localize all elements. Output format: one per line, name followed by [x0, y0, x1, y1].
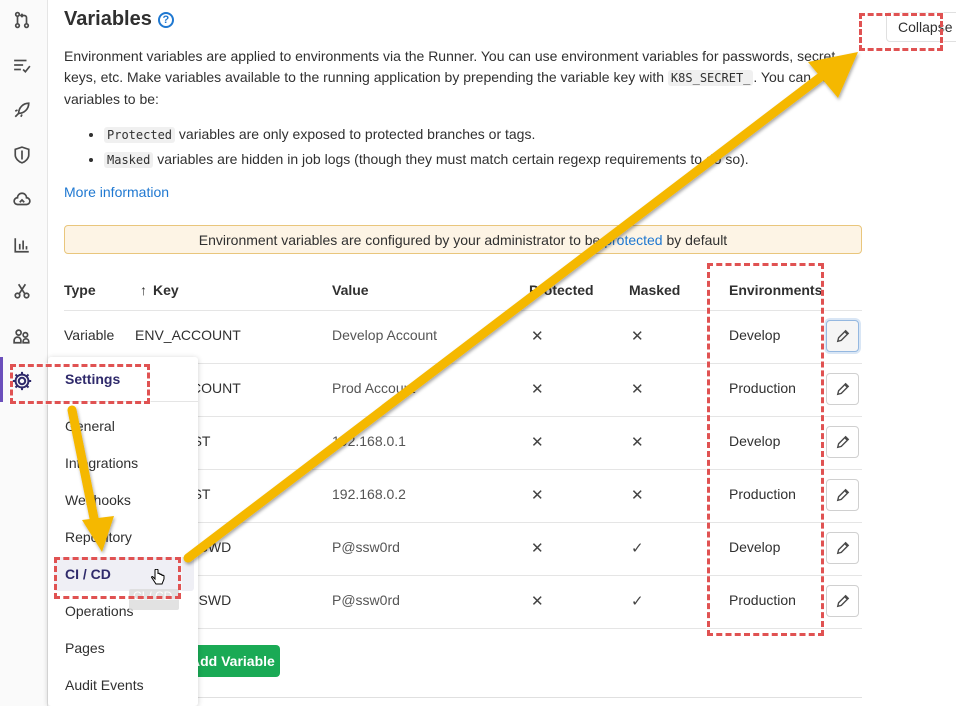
edit-variable-button[interactable]: [826, 585, 859, 617]
left-sidebar: [0, 0, 48, 706]
annotation-box-environments: [707, 263, 824, 636]
environment-cell: Develop: [729, 539, 781, 555]
flyout-item-operations[interactable]: Operations: [65, 603, 133, 619]
page-title-text: Variables: [64, 8, 152, 30]
shield-icon[interactable]: [12, 145, 32, 165]
chart-icon[interactable]: [12, 235, 32, 255]
flyout-item-webhooks[interactable]: Webhooks: [65, 492, 131, 508]
close-icon: ✕: [531, 434, 544, 451]
close-icon: ✕: [531, 593, 544, 610]
flyout-item-audit-events[interactable]: Audit Events: [65, 677, 144, 693]
issues-list-icon[interactable]: [12, 55, 32, 75]
arrow-up-icon: ↑: [140, 282, 147, 298]
table-header-divider: [64, 310, 862, 311]
edit-variable-button[interactable]: [826, 479, 859, 511]
environment-cell: Production: [729, 592, 796, 608]
add-variable-label: Add Variable: [190, 653, 275, 669]
header-protected: Protected: [529, 282, 594, 298]
hand-cursor-icon: [151, 569, 165, 585]
environment-cell: Develop: [729, 433, 781, 449]
active-nav-indicator: [0, 357, 3, 402]
variable-type-cell: Variable: [64, 327, 115, 343]
header-key-label: Key: [153, 282, 179, 298]
close-icon: ✕: [531, 487, 544, 504]
pencil-icon: [836, 488, 849, 502]
more-information-link[interactable]: More information: [64, 184, 169, 200]
close-icon: ✕: [631, 328, 644, 345]
gear-icon[interactable]: [11, 370, 33, 392]
pencil-icon: [836, 594, 849, 608]
environment-cell: Production: [729, 380, 796, 396]
edit-variable-button[interactable]: [826, 373, 859, 405]
divider: [198, 697, 862, 698]
protected-default-alert: Environment variables are configured by …: [64, 225, 862, 254]
pencil-icon: [836, 435, 849, 449]
list-item: Protected variables are only exposed to …: [104, 124, 866, 146]
edit-variable-button[interactable]: [826, 426, 859, 458]
collapse-button[interactable]: Collapse: [886, 12, 956, 42]
settings-flyout-menu: Settings General Integrations Webhooks R…: [48, 357, 198, 706]
variable-value-cell: Develop Account: [332, 327, 438, 343]
close-icon: ✕: [531, 328, 544, 345]
check-icon: ✓: [631, 540, 644, 557]
environment-cell: Production: [729, 486, 796, 502]
bullet-text: variables are hidden in job logs (though…: [153, 151, 749, 167]
masked-code: Masked: [104, 152, 154, 168]
pencil-icon: [836, 382, 849, 396]
variables-description: Environment variables are applied to env…: [64, 46, 864, 110]
close-icon: ✕: [631, 381, 644, 398]
header-masked: Masked: [629, 282, 681, 298]
variable-value-cell: P@ssw0rd: [332, 539, 400, 555]
pencil-icon: [836, 541, 849, 555]
rocket-icon[interactable]: [12, 100, 32, 120]
alert-protected-link[interactable]: protected: [604, 232, 662, 248]
cicd-tooltip: CI / CD: [129, 589, 179, 610]
protected-code: Protected: [104, 127, 176, 143]
variable-value-cell: Prod Account: [332, 380, 416, 396]
description-code: K8S_SECRET_: [667, 70, 754, 86]
environment-cell: Develop: [729, 327, 781, 343]
flyout-item-general[interactable]: General: [65, 418, 115, 434]
close-icon: ✕: [531, 540, 544, 557]
page-title: Variables ?: [64, 8, 174, 31]
question-circle-icon[interactable]: ?: [157, 11, 174, 28]
cloud-icon[interactable]: [12, 190, 32, 210]
close-icon: ✕: [631, 434, 644, 451]
check-icon: ✓: [631, 593, 644, 610]
header-environments: Environments: [729, 282, 823, 298]
bullet-text: variables are only exposed to protected …: [175, 126, 536, 142]
flyout-item-pages[interactable]: Pages: [65, 640, 105, 656]
edit-variable-button[interactable]: [826, 320, 859, 352]
header-value: Value: [332, 282, 369, 298]
list-item: Masked variables are hidden in job logs …: [104, 149, 866, 171]
alert-text-post: by default: [666, 231, 728, 248]
merge-request-icon[interactable]: [12, 10, 32, 30]
close-icon: ✕: [531, 381, 544, 398]
flyout-item-repository[interactable]: Repository: [65, 529, 132, 545]
variable-value-cell: 192.168.0.2: [332, 486, 406, 502]
users-icon[interactable]: [12, 326, 32, 346]
variable-value-cell: 192.168.0.1: [332, 433, 406, 449]
scissors-icon[interactable]: [12, 281, 32, 301]
variable-key-cell: ENV_ACCOUNT: [135, 327, 241, 343]
flyout-header-settings[interactable]: Settings: [48, 357, 198, 402]
alert-text-pre: Environment variables are configured by …: [198, 231, 601, 248]
variable-value-cell: P@ssw0rd: [332, 592, 400, 608]
edit-variable-button[interactable]: [826, 532, 859, 564]
flyout-item-integrations[interactable]: Integrations: [65, 455, 138, 471]
close-icon: ✕: [631, 487, 644, 504]
flyout-item-cicd[interactable]: CI / CD: [65, 566, 111, 582]
pencil-icon: [836, 329, 849, 343]
header-key[interactable]: ↑ Key: [140, 282, 179, 298]
variable-types-list: Protected variables are only exposed to …: [86, 124, 866, 171]
header-type: Type: [64, 282, 96, 298]
